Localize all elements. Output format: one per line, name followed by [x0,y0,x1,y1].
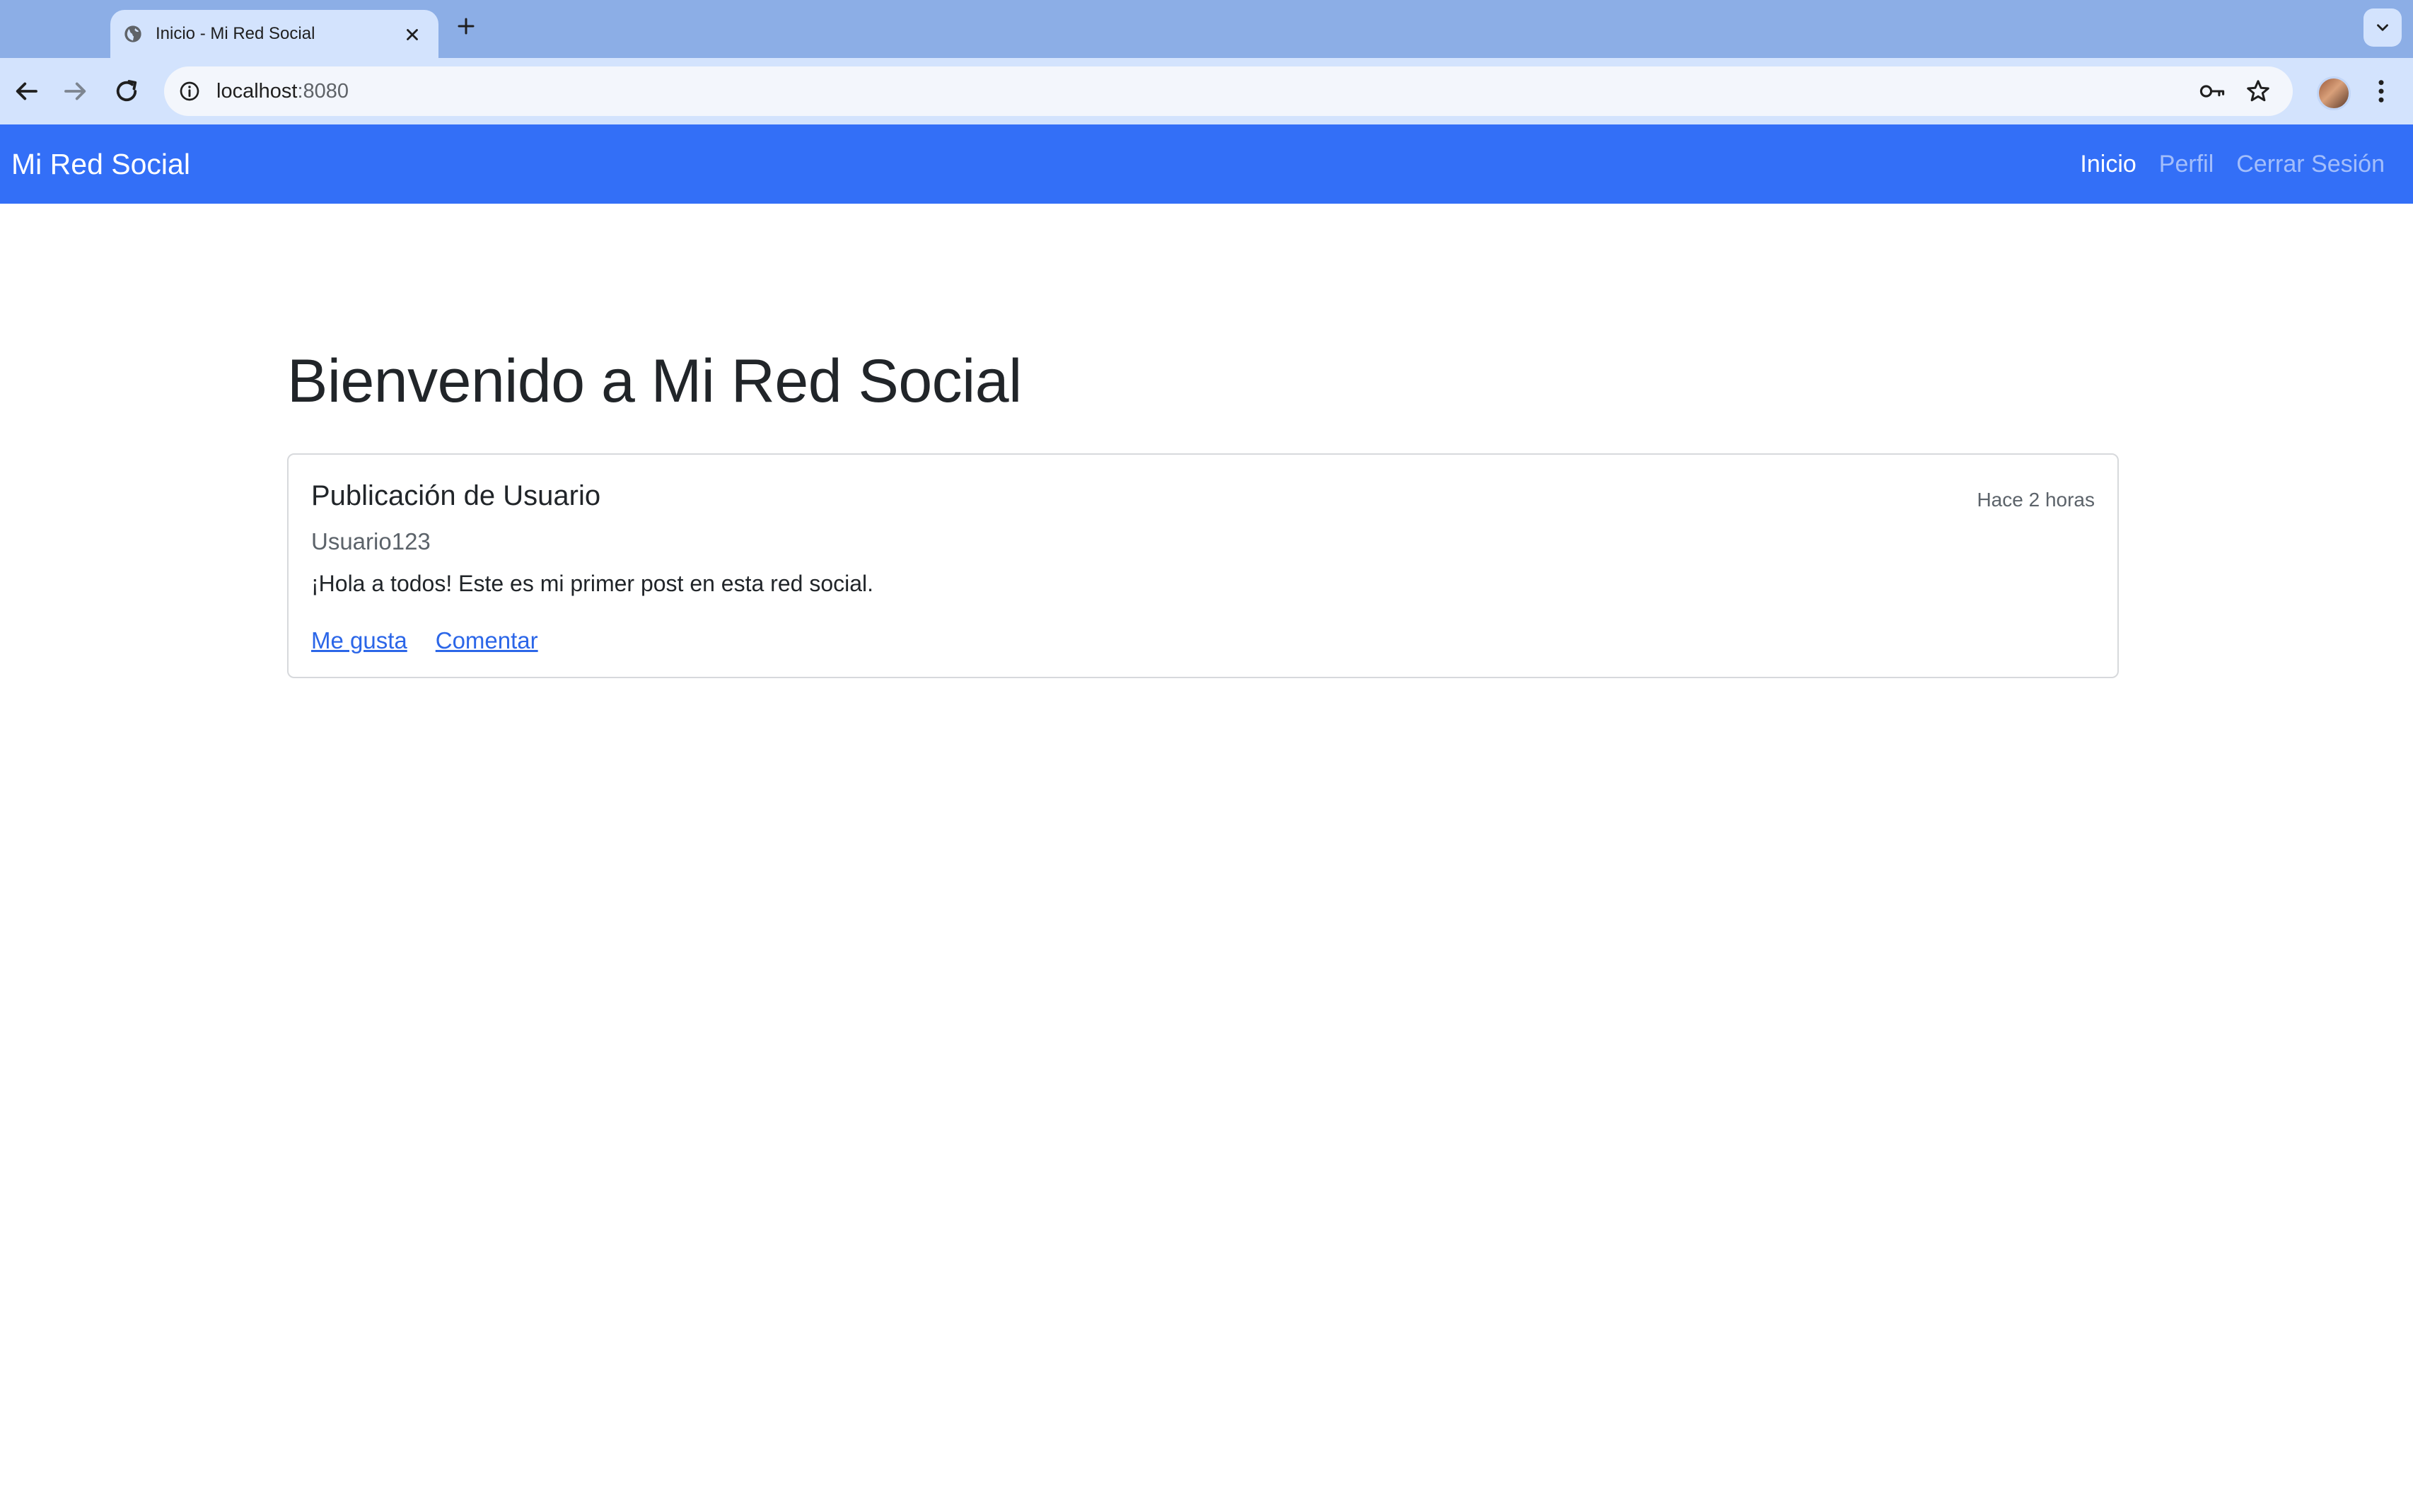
forward-arrow-icon[interactable] [61,76,91,106]
profile-avatar[interactable] [2317,76,2351,110]
post-actions: Me gusta Comentar [311,627,538,654]
url-text: localhost:8080 [216,80,349,103]
site-info-icon[interactable] [178,80,201,103]
comment-link[interactable]: Comentar [436,627,538,654]
address-bar[interactable]: localhost:8080 [164,66,2293,116]
nav-link-inicio[interactable]: Inicio [2080,151,2136,178]
new-tab-icon[interactable] [455,16,477,37]
nav-link-cerrar-sesion[interactable]: Cerrar Sesión [2236,151,2385,178]
post-author: Usuario123 [311,528,431,554]
site-navbar: Mi Red Social Inicio Perfil Cerrar Sesió… [0,124,2413,204]
key-icon[interactable] [2198,79,2226,103]
bookmark-star-icon[interactable] [2245,78,2272,105]
post-card: Publicación de Usuario Hace 2 horas Usua… [287,453,2119,678]
globe-icon [124,25,141,42]
browser-tab-strip: Inicio - Mi Red Social [0,0,2413,58]
post-timestamp: Hace 2 horas [1977,489,2095,511]
navbar-links: Inicio Perfil Cerrar Sesión [2080,124,2385,204]
back-arrow-icon[interactable] [11,76,41,106]
chevron-down-icon [2377,24,2388,31]
reload-icon[interactable] [112,76,141,106]
post-title: Publicación de Usuario [311,480,601,511]
like-link[interactable]: Me gusta [311,627,407,654]
browser-tab[interactable]: Inicio - Mi Red Social [110,10,438,58]
navbar-brand[interactable]: Mi Red Social [11,124,190,204]
post-body: ¡Hola a todos! Este es mi primer post en… [311,571,874,596]
tab-title: Inicio - Mi Red Social [156,24,315,43]
browser-toolbar: localhost:8080 [0,58,2413,124]
nav-link-perfil[interactable]: Perfil [2159,151,2214,178]
tab-search-button[interactable] [2363,8,2402,47]
more-menu-icon[interactable] [2371,76,2392,106]
page-title: Bienvenido a Mi Red Social [287,347,1022,415]
close-tab-icon[interactable] [403,25,421,44]
